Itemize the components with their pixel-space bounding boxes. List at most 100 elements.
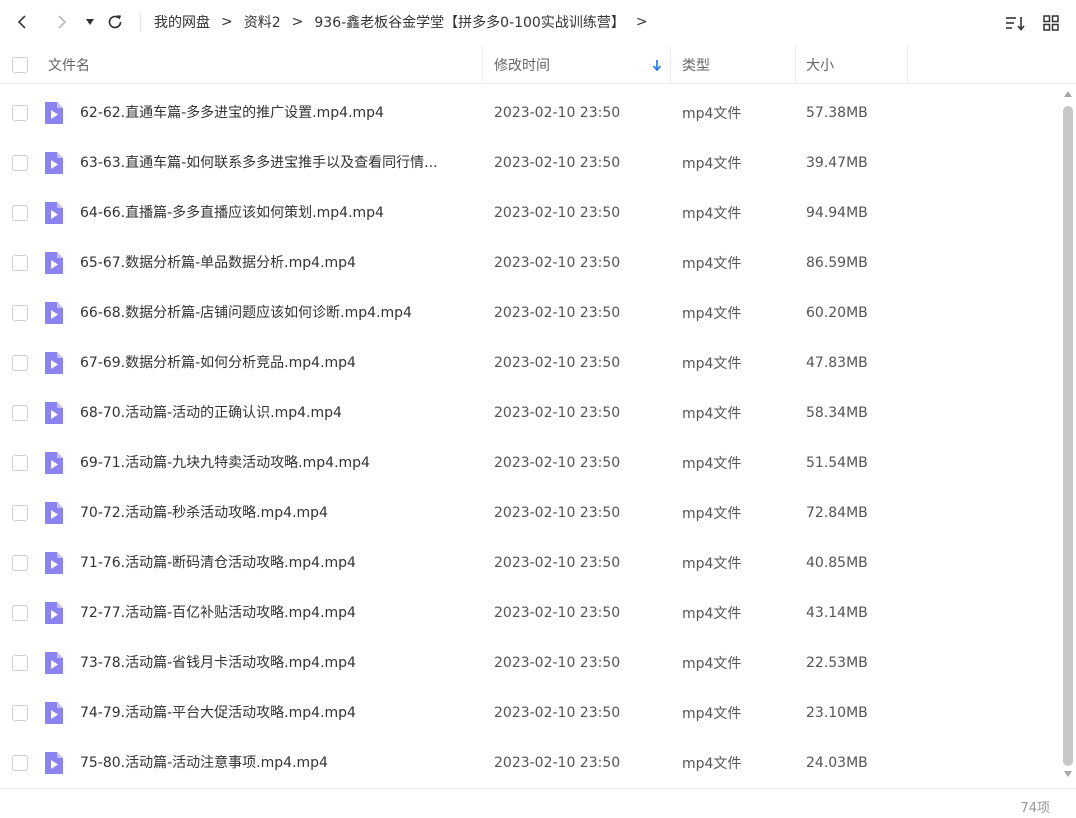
video-file-icon [45,652,63,674]
row-checkbox[interactable] [12,655,28,671]
file-row[interactable]: 62-62.直通车篇-多多进宝的推广设置.mp4.mp4 2023-02-10 2… [0,88,1060,138]
file-type: mp4文件 [682,206,742,222]
row-checkbox[interactable] [12,455,28,471]
file-name[interactable]: 67-69.数据分析篇-如何分析竞品.mp4.mp4 [80,338,470,388]
back-button[interactable] [11,11,33,33]
file-row[interactable]: 65-67.数据分析篇-单品数据分析.mp4.mp4 2023-02-10 23:… [0,238,1060,288]
file-row[interactable]: 71-76.活动篇-断码清仓活动攻略.mp4.mp4 2023-02-10 23:… [0,538,1060,588]
row-checkbox[interactable] [12,505,28,521]
row-checkbox[interactable] [12,555,28,571]
file-name[interactable]: 66-68.数据分析篇-店铺问题应该如何诊断.mp4.mp4 [80,288,470,338]
scroll-down-arrow-icon[interactable] [1063,770,1073,778]
file-name[interactable]: 73-78.活动篇-省钱月卡活动攻略.mp4.mp4 [80,638,470,688]
file-row[interactable]: 69-71.活动篇-九块九特卖活动攻略.mp4.mp4 2023-02-10 23… [0,438,1060,488]
file-row[interactable]: 67-69.数据分析篇-如何分析竞品.mp4.mp4 2023-02-10 23:… [0,338,1060,388]
video-file-icon [45,352,63,374]
file-size: 60.20MB [806,305,868,321]
row-checkbox[interactable] [12,305,28,321]
row-checkbox[interactable] [12,105,28,121]
sort-button[interactable] [1004,12,1026,34]
row-checkbox[interactable] [12,155,28,171]
file-size: 39.47MB [806,155,868,171]
file-size: 40.85MB [806,555,868,571]
file-row[interactable]: 75-80.活动篇-活动注意事项.mp4.mp4 2023-02-10 23:50… [0,738,1060,788]
scroll-up-arrow-icon[interactable] [1063,90,1073,98]
file-row[interactable]: 74-79.活动篇-平台大促活动攻略.mp4.mp4 2023-02-10 23:… [0,688,1060,738]
file-size: 86.59MB [806,255,868,271]
file-name[interactable]: 68-70.活动篇-活动的正确认识.mp4.mp4 [80,388,470,438]
column-divider[interactable] [482,46,483,84]
file-modified: 2023-02-10 23:50 [494,405,621,421]
file-name[interactable]: 74-79.活动篇-平台大促活动攻略.mp4.mp4 [80,688,470,738]
row-checkbox[interactable] [12,705,28,721]
file-type: mp4文件 [682,706,742,722]
header-name[interactable]: 文件名 [48,46,478,84]
toolbar: 我的网盘 > 资料2 > 936-鑫老板谷金学堂【拼多多0-100实战训练营】 … [0,0,1076,44]
file-type: mp4文件 [682,506,742,522]
file-row[interactable]: 70-72.活动篇-秒杀活动攻略.mp4.mp4 2023-02-10 23:50… [0,488,1060,538]
sort-list-icon [1006,17,1025,31]
toolbar-divider [140,12,141,32]
video-file-icon [45,152,63,174]
breadcrumb-item-current[interactable]: 936-鑫老板谷金学堂【拼多多0-100实战训练营】 [314,12,624,32]
file-row[interactable]: 72-77.活动篇-百亿补贴活动攻略.mp4.mp4 2023-02-10 23:… [0,588,1060,638]
row-checkbox[interactable] [12,405,28,421]
video-file-icon [45,702,63,724]
forward-icon [58,15,67,29]
column-divider[interactable] [907,46,908,84]
file-row[interactable]: 63-63.直通车篇-如何联系多多进宝推手以及查看同行情... 2023-02-1… [0,138,1060,188]
header-type[interactable]: 类型 [682,46,792,84]
file-modified: 2023-02-10 23:50 [494,205,621,221]
file-name[interactable]: 70-72.活动篇-秒杀活动攻略.mp4.mp4 [80,488,470,538]
video-file-icon [45,552,63,574]
header-size[interactable]: 大小 [806,46,902,84]
file-name[interactable]: 75-80.活动篇-活动注意事项.mp4.mp4 [80,738,470,788]
history-dropdown-button[interactable] [79,11,101,33]
breadcrumb-separator[interactable]: > [636,14,648,30]
file-row[interactable]: 66-68.数据分析篇-店铺问题应该如何诊断.mp4.mp4 2023-02-10… [0,288,1060,338]
grid-view-button[interactable] [1040,12,1062,34]
file-size: 51.54MB [806,455,868,471]
row-checkbox[interactable] [12,355,28,371]
file-row[interactable]: 64-66.直播篇-多多直播应该如何策划.mp4.mp4 2023-02-10 2… [0,188,1060,238]
file-modified: 2023-02-10 23:50 [494,455,621,471]
row-checkbox[interactable] [12,755,28,771]
file-size: 94.94MB [806,205,868,221]
file-modified: 2023-02-10 23:50 [494,555,621,571]
file-row[interactable]: 68-70.活动篇-活动的正确认识.mp4.mp4 2023-02-10 23:5… [0,388,1060,438]
forward-button[interactable] [51,11,73,33]
grid-view-icon [1043,15,1059,31]
file-name[interactable]: 63-63.直通车篇-如何联系多多进宝推手以及查看同行情... [80,138,470,188]
file-modified: 2023-02-10 23:50 [494,605,621,621]
file-name[interactable]: 72-77.活动篇-百亿补贴活动攻略.mp4.mp4 [80,588,470,638]
file-name[interactable]: 65-67.数据分析篇-单品数据分析.mp4.mp4 [80,238,470,288]
scrollbar-thumb[interactable] [1063,106,1073,766]
select-all-checkbox[interactable] [12,57,28,73]
video-file-icon [45,402,63,424]
sort-descending-icon [652,60,662,72]
file-modified: 2023-02-10 23:50 [494,255,621,271]
column-divider[interactable] [795,46,796,84]
file-list-header: 文件名 修改时间 类型 大小 [0,46,1076,84]
file-row[interactable]: 73-78.活动篇-省钱月卡活动攻略.mp4.mp4 2023-02-10 23:… [0,638,1060,688]
video-file-icon [45,602,63,624]
column-divider[interactable] [670,46,671,84]
file-name[interactable]: 69-71.活动篇-九块九特卖活动攻略.mp4.mp4 [80,438,470,488]
vertical-scrollbar[interactable] [1060,88,1076,782]
row-checkbox[interactable] [12,205,28,221]
file-modified: 2023-02-10 23:50 [494,355,621,371]
file-name[interactable]: 71-76.活动篇-断码清仓活动攻略.mp4.mp4 [80,538,470,588]
breadcrumb-item-root[interactable]: 我的网盘 [154,12,210,32]
video-file-icon [45,102,63,124]
header-modified[interactable]: 修改时间 [494,46,664,84]
video-file-icon [45,752,63,774]
file-name[interactable]: 64-66.直播篇-多多直播应该如何策划.mp4.mp4 [80,188,470,238]
breadcrumb-item-folder[interactable]: 资料2 [244,12,281,32]
row-checkbox[interactable] [12,255,28,271]
file-type: mp4文件 [682,656,742,672]
refresh-button[interactable] [104,11,126,33]
breadcrumb-separator: > [291,14,304,30]
row-checkbox[interactable] [12,605,28,621]
file-name[interactable]: 62-62.直通车篇-多多进宝的推广设置.mp4.mp4 [80,88,470,138]
file-type: mp4文件 [682,406,742,422]
